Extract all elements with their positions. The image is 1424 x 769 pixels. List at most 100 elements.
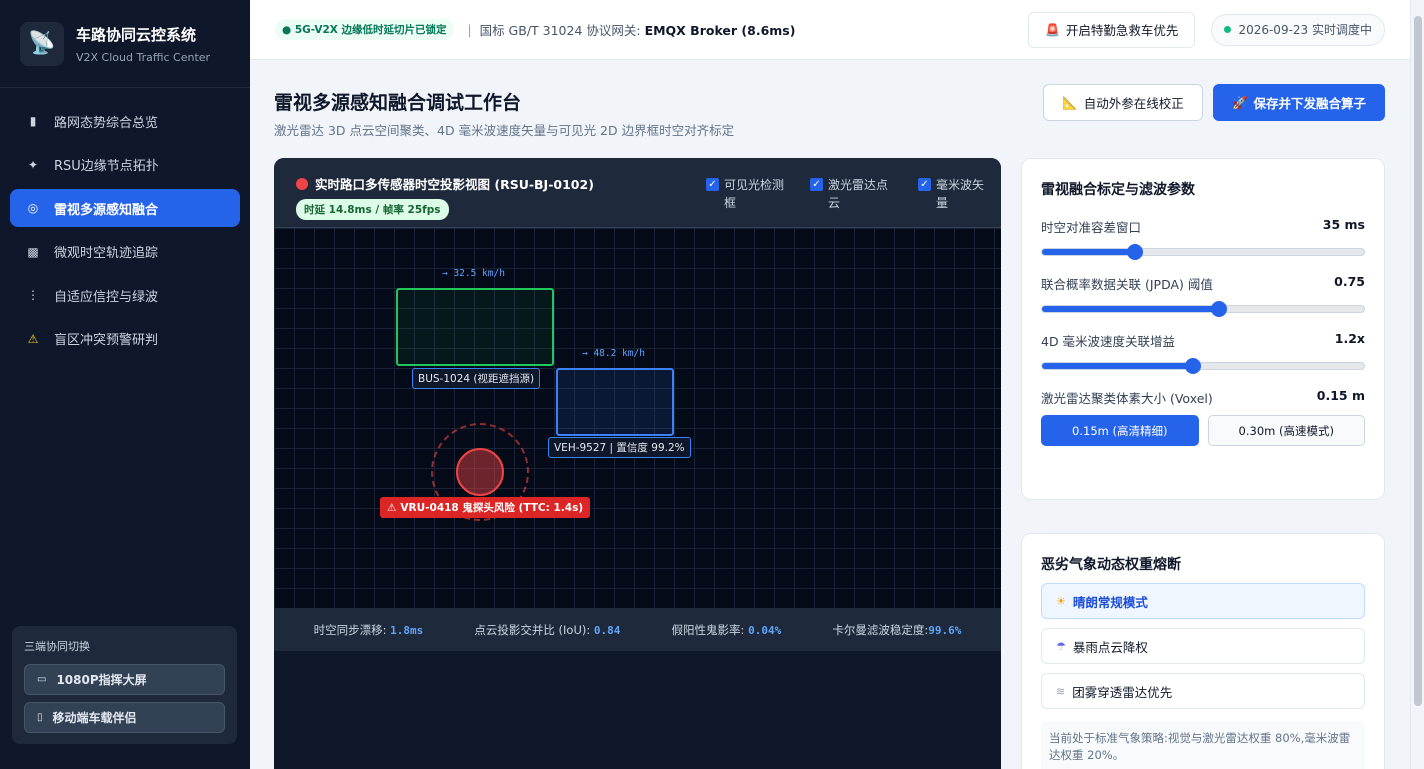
param-value: 0.75	[1334, 274, 1365, 289]
gateway-prefix: 国标 GB/T 31024 协议网关:	[479, 23, 641, 38]
voxel-fine-button[interactable]: 0.15m (高清精细)	[1041, 415, 1199, 446]
metric-label: 卡尔曼滤波稳定度:	[832, 622, 929, 637]
weather-option-rainstorm[interactable]: ☂ 暴雨点云降权	[1041, 628, 1365, 664]
brand-subtitle: V2X Cloud Traffic Center	[76, 50, 211, 64]
weather-title: 恶劣气象动态权重熔断	[1041, 557, 1181, 573]
sidebar-item-rsu-topology[interactable]: ✦ RSU边缘节点拓扑	[10, 146, 240, 184]
warning-icon: ⚠	[27, 331, 39, 346]
metric-kalman-stability: 卡尔曼滤波稳定度:99.6%	[832, 622, 961, 638]
latency-badge: 时延 14.8ms / 帧率 25fps	[296, 199, 449, 220]
sun-icon: ☀	[1056, 594, 1066, 608]
sidebar-item-label: 雷视多源感知融合	[54, 202, 159, 218]
sidebar-item-label: 盲区冲突预警研判	[54, 333, 159, 348]
sensor-projection-viewer: 实时路口多传感器时空投影视图 (RSU-BJ-0102) 时延 14.8ms /…	[274, 158, 1001, 769]
mobile-companion-button[interactable]: ▯ 移动端车载伴侣	[24, 702, 225, 733]
checkbox-checked-icon[interactable]: ✓	[918, 178, 931, 191]
satellite-dish-icon: 📡	[20, 21, 64, 66]
checkbox-checked-icon[interactable]: ✓	[706, 178, 719, 191]
weather-option-clear[interactable]: ☀ 晴朗常规模式	[1041, 583, 1365, 619]
phone-icon: ▯	[37, 712, 43, 723]
save-label: 保存并下发融合算子	[1253, 96, 1367, 111]
emergency-priority-button[interactable]: 🚨 开启特勤急救车优先	[1027, 11, 1196, 48]
param-value: 35 ms	[1322, 217, 1365, 232]
param-value: 1.2x	[1334, 331, 1365, 346]
command-screen-label: 1080P指挥大屏	[56, 673, 147, 687]
sidebar-item-blindspot-warning[interactable]: ⚠ 盲区冲突预警研判	[10, 320, 240, 358]
bus-label: BUS-1024 (视距遮挡源)	[412, 368, 541, 389]
brand-title: 车路协同云控系统	[76, 25, 197, 44]
sidebar: 📡 车路协同云控系统 V2X Cloud Traffic Center ▮ 路网…	[0, 0, 250, 769]
weather-option-label: 晴朗常规模式	[1072, 594, 1148, 610]
calib-label: 自动外参在线校正	[1083, 96, 1184, 111]
slider-fill	[1042, 249, 1136, 255]
auto-calibration-button[interactable]: 📐 自动外参在线校正	[1043, 84, 1203, 121]
sidebar-item-signal-control[interactable]: ⋮ 自适应信控与绿波	[10, 276, 240, 314]
viewer-header: 实时路口多传感器时空投影视图 (RSU-BJ-0102) 时延 14.8ms /…	[274, 158, 1001, 228]
toggle-label: 激光雷达点云	[828, 178, 889, 210]
weather-weight-card: 恶劣气象动态权重熔断 ☀ 晴朗常规模式 ☂ 暴雨点云降权 ≋ 团雾穿透雷达优先 …	[1021, 533, 1385, 769]
param-radar-gain: 4D 毫米波速度关联增益 1.2x	[1041, 331, 1365, 374]
page-scrollbar[interactable]	[1410, 0, 1424, 769]
page-subtitle: 激光雷达 3D 点云空间聚类、4D 毫米波速度矢量与可见光 2D 边界框时空对齐…	[274, 123, 735, 138]
mobile-companion-label: 移动端车载伴侣	[52, 711, 137, 725]
satellite-icon: ✦	[27, 157, 39, 172]
sidebar-item-fusion[interactable]: ◎ 雷视多源感知融合	[10, 189, 240, 227]
metric-value: 99.6%	[928, 623, 962, 637]
gateway-info: 国标 GB/T 31024 协议网关: EMQX Broker (8.6ms)	[480, 20, 796, 39]
topbar-actions: 🚨 开启特勤急救车优先 2026-09-23 实时调度中	[1027, 11, 1385, 48]
weather-option-fog[interactable]: ≋ 团雾穿透雷达优先	[1041, 673, 1365, 709]
gateway-value: EMQX Broker (8.6ms)	[644, 23, 796, 38]
terminal-switcher: 三端协同切换 ▭ 1080P指挥大屏 ▯ 移动端车载伴侣	[12, 626, 237, 744]
switcher-title: 三端协同切换	[24, 640, 90, 653]
status-pill: 2026-09-23 实时调度中	[1211, 13, 1385, 46]
metric-label: 点云投影交并比 (IoU):	[474, 622, 591, 637]
network-slice-badge: ● 5G-V2X 边缘低时延切片已锁定	[275, 19, 454, 40]
metric-value: 0.84	[593, 623, 621, 637]
param-label: 时空对准容差窗口	[1041, 220, 1142, 235]
command-screen-button[interactable]: ▭ 1080P指挥大屏	[24, 664, 225, 695]
vehicle-bounding-box[interactable]	[556, 368, 674, 436]
save-deploy-button[interactable]: 🚀 保存并下发融合算子	[1213, 84, 1385, 121]
radar-gain-slider[interactable]	[1041, 358, 1365, 374]
bus-bounding-box[interactable]	[396, 288, 554, 366]
topbar: ● 5G-V2X 边缘低时延切片已锁定 | 国标 GB/T 31024 协议网关…	[250, 0, 1410, 60]
scrollbar-thumb[interactable]	[1414, 16, 1422, 706]
sidebar-item-label: 路网态势综合总览	[54, 115, 159, 131]
projection-canvas[interactable]: → 32.5 km/h BUS-1024 (视距遮挡源) → 48.2 km/h…	[274, 228, 1001, 608]
checkbox-checked-icon[interactable]: ✓	[810, 178, 823, 191]
emergency-label: 开启特勤急救车优先	[1065, 23, 1179, 38]
toggle-label: 可见光检测框	[724, 178, 785, 210]
rocket-icon: 🚀	[1231, 94, 1248, 110]
toggle-lidar-points[interactable]: ✓ 激光雷达点云	[810, 176, 896, 212]
voxel-fast-button[interactable]: 0.30m (高速模式)	[1207, 415, 1365, 446]
target-icon: ◎	[27, 201, 39, 215]
param-label: 联合概率数据关联 (JPDA) 阈值	[1041, 277, 1213, 292]
toggle-camera-boxes[interactable]: ✓ 可见光检测框	[706, 176, 788, 212]
param-voxel-size: 激光雷达聚类体素大小 (Voxel) 0.15 m 0.15m (高清精细) 0.…	[1041, 388, 1365, 446]
vehicle-speed-vector: → 48.2 km/h	[582, 348, 645, 359]
metric-value: 0.04%	[748, 623, 782, 637]
slider-thumb[interactable]	[1127, 244, 1144, 260]
toggle-label: 毫米波矢量	[936, 178, 985, 210]
divider: |	[467, 22, 472, 37]
live-indicator-icon	[296, 177, 308, 190]
slider-thumb[interactable]	[1211, 301, 1228, 317]
param-label: 4D 毫米波速度关联增益	[1041, 334, 1176, 349]
fusion-params-card: 雷视融合标定与滤波参数 时空对准容差窗口 35 ms 联合概率数据关联 (JPDA…	[1021, 158, 1385, 500]
vru-warning-text: VRU-0418 鬼探头风险 (TTC: 1.4s)	[400, 502, 584, 514]
toggle-radar-vectors[interactable]: ✓ 毫米波矢量	[918, 176, 988, 212]
jpda-threshold-slider[interactable]	[1041, 301, 1365, 317]
sidebar-item-overview[interactable]: ▮ 路网态势综合总览	[10, 102, 240, 140]
slider-thumb[interactable]	[1185, 358, 1202, 374]
sync-window-slider[interactable]	[1041, 244, 1365, 260]
sidebar-item-trajectory[interactable]: ▩ 微观时空轨迹追踪	[10, 233, 240, 271]
metric-sync-drift: 时空同步漂移: 1.8ms	[314, 622, 424, 638]
viewer-footer	[274, 651, 1001, 769]
viewer-title-text: 实时路口多传感器时空投影视图 (RSU-BJ-0102)	[315, 177, 594, 192]
sidebar-item-label: 微观时空轨迹追踪	[54, 246, 159, 261]
vru-target[interactable]	[456, 448, 504, 496]
sidebar-item-label: RSU边缘节点拓扑	[54, 159, 159, 174]
warning-icon: ⚠	[387, 502, 397, 514]
metric-iou: 点云投影交并比 (IoU): 0.84	[474, 622, 620, 638]
map-icon: ▩	[27, 244, 39, 259]
